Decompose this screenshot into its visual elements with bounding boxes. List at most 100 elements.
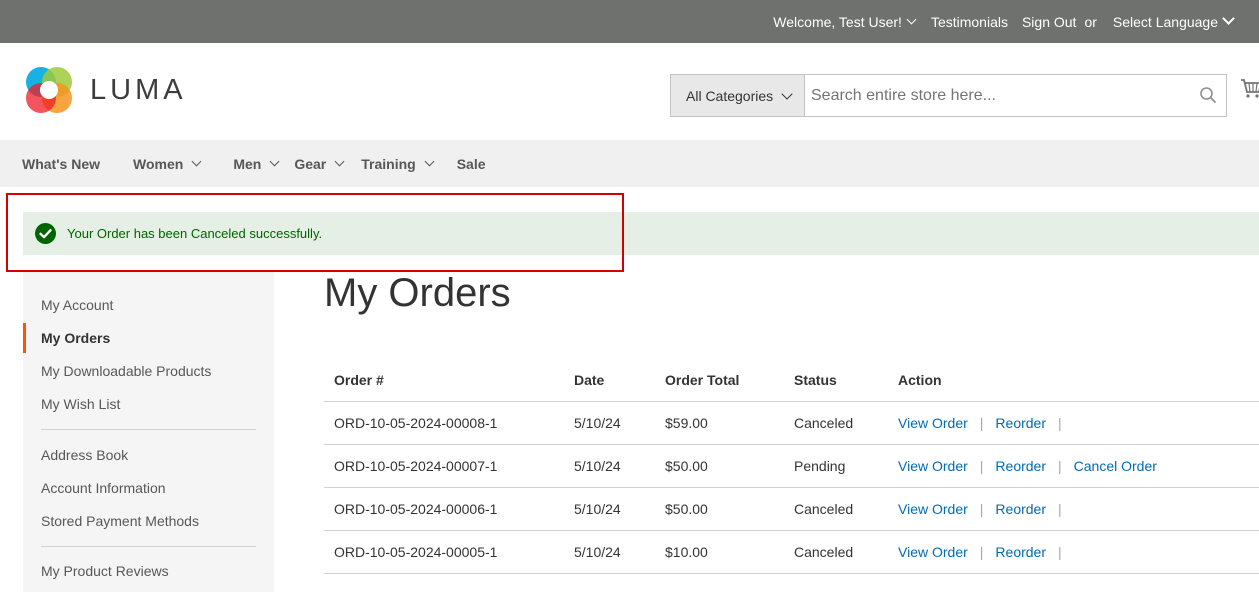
nav-sale[interactable]: Sale <box>457 156 486 172</box>
orders-table: Order # Date Order Total Status Action O… <box>324 358 1259 574</box>
action-separator: | <box>1058 544 1062 560</box>
order-date: 5/10/24 <box>564 444 655 488</box>
chevron-down-icon <box>191 156 202 167</box>
order-status: Canceled <box>784 401 888 445</box>
table-header-row: Order # Date Order Total Status Action <box>324 358 1259 402</box>
table-row: ORD-10-05-2024-00006-1 5/10/24 $50.00 Ca… <box>324 487 1259 531</box>
action-separator: | <box>1058 415 1062 431</box>
language-label: Select Language <box>1112 13 1218 30</box>
order-number: ORD-10-05-2024-00007-1 <box>324 444 564 488</box>
welcome-dropdown[interactable]: Welcome, Test User! <box>773 14 919 30</box>
chevron-down-icon <box>334 156 345 167</box>
top-bar: Welcome, Test User! Testimonials Sign Ou… <box>0 0 1259 43</box>
sidebar-item-wish-list[interactable]: My Wish List <box>41 396 120 412</box>
search-icon[interactable] <box>1199 86 1217 104</box>
order-number: ORD-10-05-2024-00005-1 <box>324 530 564 574</box>
nav-label: Sale <box>456 155 486 172</box>
welcome-text: Welcome, Test User! <box>773 13 902 30</box>
sidebar-item-downloadable-products[interactable]: My Downloadable Products <box>41 363 211 379</box>
logo-text: LUMA <box>90 73 187 106</box>
reorder-link[interactable]: Reorder <box>995 501 1046 517</box>
column-header-action: Action <box>888 358 1259 402</box>
sidebar-item-address-book[interactable]: Address Book <box>41 447 128 463</box>
reorder-link[interactable]: Reorder <box>995 415 1046 431</box>
column-header-date: Date <box>564 358 655 402</box>
nav-label: Training <box>361 155 416 172</box>
sidebar-item-my-orders[interactable]: My Orders <box>41 330 110 346</box>
table-row: ORD-10-05-2024-00007-1 5/10/24 $50.00 Pe… <box>324 444 1259 488</box>
cancel-order-link[interactable]: Cancel Order <box>1074 458 1157 474</box>
nav-label: Men <box>233 155 262 172</box>
search-input[interactable] <box>805 74 1227 117</box>
order-number: ORD-10-05-2024-00008-1 <box>324 401 564 445</box>
order-total: $59.00 <box>655 401 784 445</box>
table-row: ORD-10-05-2024-00008-1 5/10/24 $59.00 Ca… <box>324 401 1259 445</box>
main-navigation: What's New Women Men Gear Training Sale <box>0 140 1259 187</box>
reorder-link[interactable]: Reorder <box>995 544 1046 560</box>
table-row: ORD-10-05-2024-00005-1 5/10/24 $10.00 Ca… <box>324 530 1259 574</box>
page-title: My Orders <box>324 271 511 315</box>
testimonials-link[interactable]: Testimonials <box>931 14 1008 30</box>
action-separator: | <box>1058 458 1062 474</box>
order-actions: View Order | Reorder | <box>888 487 1259 531</box>
sign-out-link[interactable]: Sign Out <box>1022 14 1076 30</box>
top-links: Welcome, Test User! Testimonials Sign Ou… <box>773 0 1237 43</box>
logo[interactable]: LUMA <box>24 65 187 115</box>
order-status: Canceled <box>784 487 888 531</box>
luma-logo-icon <box>26 67 72 113</box>
column-header-status: Status <box>784 358 888 402</box>
order-actions: View Order | Reorder | <box>888 530 1259 574</box>
nav-whats-new[interactable]: What's New <box>22 156 100 172</box>
chevron-down-icon <box>781 87 793 100</box>
account-sidebar: My Account My Orders My Downloadable Pro… <box>23 272 274 592</box>
language-switcher[interactable]: Select Language <box>1112 11 1237 30</box>
order-actions: View Order | Reorder | <box>888 401 1259 445</box>
view-order-link[interactable]: View Order <box>898 501 968 517</box>
sidebar-divider <box>41 546 256 547</box>
action-separator: | <box>979 458 984 474</box>
category-select[interactable]: All Categories <box>670 74 805 117</box>
sidebar-item-stored-payment-methods[interactable]: Stored Payment Methods <box>41 513 199 529</box>
category-select-label: All Categories <box>686 87 774 104</box>
sidebar-item-my-account[interactable]: My Account <box>41 297 113 313</box>
chevron-down-icon <box>269 156 280 167</box>
reorder-link[interactable]: Reorder <box>995 458 1046 474</box>
nav-women[interactable]: Women <box>133 155 202 172</box>
order-date: 5/10/24 <box>564 401 655 445</box>
column-header-order: Order # <box>324 358 564 402</box>
success-message-text: Your Order has been Canceled successfull… <box>67 226 323 241</box>
success-message: Your Order has been Canceled successfull… <box>23 212 1259 255</box>
action-separator: | <box>1058 501 1062 517</box>
view-order-link[interactable]: View Order <box>898 458 968 474</box>
or-text: or <box>1084 13 1097 30</box>
nav-men[interactable]: Men <box>233 155 280 172</box>
sidebar-divider <box>41 429 256 430</box>
view-order-link[interactable]: View Order <box>898 415 968 431</box>
chevron-down-icon <box>424 156 435 167</box>
active-indicator <box>23 323 26 353</box>
order-status: Canceled <box>784 530 888 574</box>
nav-label: What's New <box>22 155 101 172</box>
header: LUMA All Categories <box>0 43 1259 140</box>
sidebar-item-account-information[interactable]: Account Information <box>41 480 166 496</box>
order-total: $50.00 <box>655 444 784 488</box>
action-separator: | <box>979 501 984 517</box>
success-check-icon <box>35 223 56 244</box>
chevron-down-icon <box>906 14 917 24</box>
cart-icon[interactable] <box>1240 77 1259 99</box>
order-status: Pending <box>784 444 888 488</box>
view-order-link[interactable]: View Order <box>898 544 968 560</box>
search-bar: All Categories <box>670 74 1227 117</box>
nav-label: Gear <box>294 155 327 172</box>
nav-training[interactable]: Training <box>361 155 435 172</box>
nav-gear[interactable]: Gear <box>294 155 345 172</box>
action-separator: | <box>979 544 984 560</box>
order-number: ORD-10-05-2024-00006-1 <box>324 487 564 531</box>
action-separator: | <box>979 415 984 431</box>
nav-label: Women <box>133 155 184 172</box>
order-date: 5/10/24 <box>564 487 655 531</box>
chevron-down-icon <box>1222 11 1235 25</box>
order-actions: View Order | Reorder | Cancel Order <box>888 444 1259 488</box>
order-total: $50.00 <box>655 487 784 531</box>
order-total: $10.00 <box>655 530 784 574</box>
